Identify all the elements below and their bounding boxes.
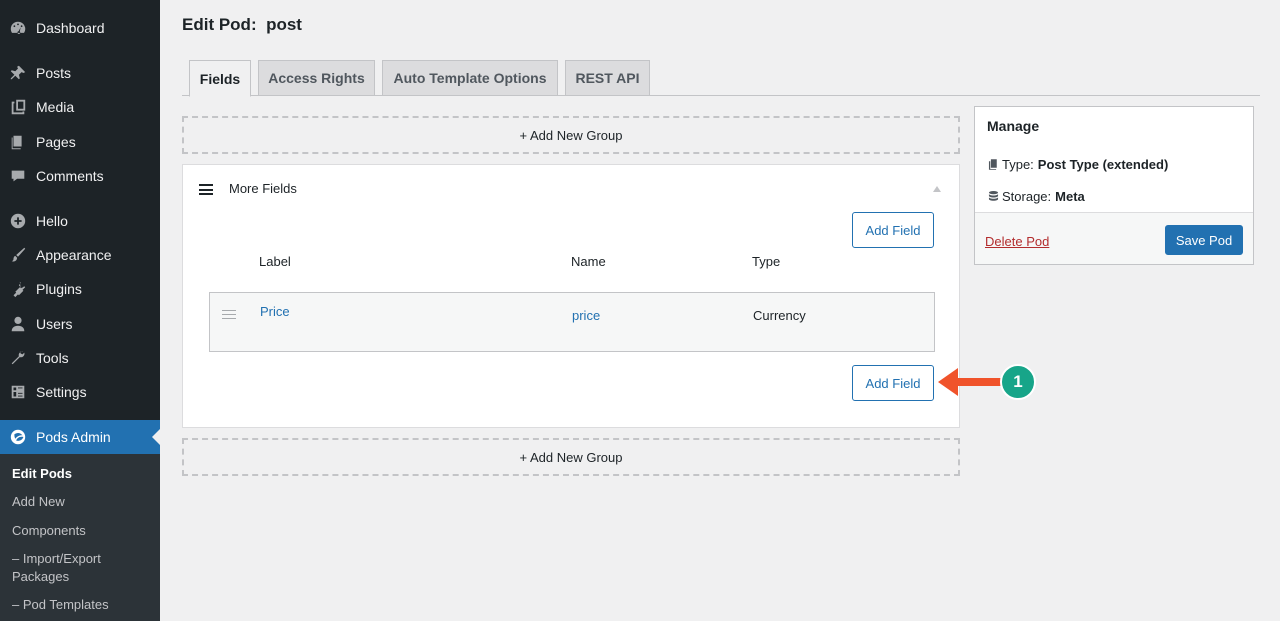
pod-type-line: Type: Post Type (extended) <box>987 157 1168 172</box>
sidebar-item-pages[interactable]: Pages <box>0 125 160 159</box>
media-icon <box>0 98 36 116</box>
brush-icon <box>0 246 36 264</box>
sidebar-item-posts[interactable]: Posts <box>0 56 160 90</box>
annotation-arrow-icon <box>938 368 1002 396</box>
submenu-components[interactable]: Components <box>12 522 152 540</box>
group-name[interactable]: More Fields <box>229 181 297 196</box>
active-menu-pointer <box>152 429 160 445</box>
user-icon <box>0 315 36 333</box>
sidebar-item-appearance[interactable]: Appearance <box>0 238 160 272</box>
admin-sidebar: Dashboard Posts Media Pages Comments Hel… <box>0 0 160 621</box>
annotation-step-badge: 1 <box>1000 364 1036 400</box>
type-label: Type: <box>1002 157 1034 172</box>
sidebar-item-label: Plugins <box>36 281 82 297</box>
sidebar-item-media[interactable]: Media <box>0 90 160 124</box>
submenu-add-new[interactable]: Add New <box>12 493 152 511</box>
table-row: Price price Currency <box>209 292 935 352</box>
sidebar-item-label: Users <box>36 316 73 332</box>
sidebar-item-pods-admin[interactable]: Pods Admin <box>0 420 160 454</box>
sidebar-item-dashboard[interactable]: Dashboard <box>0 11 160 45</box>
settings-icon <box>0 383 36 401</box>
tab-fields[interactable]: Fields <box>189 60 251 97</box>
add-field-button-bottom[interactable]: Add Field <box>852 365 934 401</box>
field-name-link[interactable]: price <box>572 308 600 323</box>
sidebar-item-label: Posts <box>36 65 72 81</box>
type-value: Post Type (extended) <box>1037 157 1169 172</box>
pin-icon <box>0 64 36 82</box>
sidebar-item-users[interactable]: Users <box>0 307 160 341</box>
plug-icon <box>0 280 36 298</box>
sidebar-item-label: Comments <box>36 168 104 184</box>
storage-value: Meta <box>1055 189 1085 204</box>
sidebar-item-label: Hello <box>36 213 68 229</box>
add-field-button-top[interactable]: Add Field <box>852 212 934 248</box>
sidebar-item-label: Dashboard <box>36 20 105 36</box>
database-icon <box>988 190 999 201</box>
sidebar-item-tools[interactable]: Tools <box>0 341 160 375</box>
tab-rest-api[interactable]: REST API <box>565 60 650 96</box>
column-label: Label <box>259 254 291 269</box>
field-type: Currency <box>753 308 806 323</box>
pods-icon <box>0 428 36 446</box>
tab-access-rights[interactable]: Access Rights <box>258 60 375 96</box>
manage-footer: Delete Pod Save Pod <box>975 212 1253 264</box>
wrench-icon <box>0 349 36 367</box>
sidebar-item-comments[interactable]: Comments <box>0 159 160 193</box>
sidebar-item-settings[interactable]: Settings <box>0 375 160 409</box>
storage-label: Storage: <box>1002 189 1052 204</box>
sidebar-item-plugins[interactable]: Plugins <box>0 272 160 306</box>
dashboard-icon <box>0 19 36 37</box>
submenu-pod-templates[interactable]: – Pod Templates <box>12 596 152 614</box>
row-drag-icon[interactable] <box>222 310 236 319</box>
plus-circle-icon <box>0 212 36 230</box>
add-new-group-button-top[interactable]: + Add New Group <box>182 116 960 154</box>
sidebar-item-hello[interactable]: Hello <box>0 204 160 238</box>
field-group: More Fields Add Field Label Name Type Pr… <box>182 164 960 428</box>
sidebar-item-label: Pods Admin <box>36 429 111 445</box>
manage-panel: Manage Type: Post Type (extended) Storag… <box>974 106 1254 265</box>
sidebar-item-label: Tools <box>36 350 69 366</box>
pod-name: post <box>266 15 302 34</box>
save-pod-button[interactable]: Save Pod <box>1165 225 1243 255</box>
add-new-group-button-bottom[interactable]: + Add New Group <box>182 438 960 476</box>
column-type: Type <box>752 254 781 269</box>
field-label-link[interactable]: Price <box>260 304 290 319</box>
sidebar-item-label: Settings <box>36 384 87 400</box>
pods-submenu: Edit Pods Add New Components – Import/Ex… <box>0 454 160 621</box>
document-icon <box>988 159 997 170</box>
sidebar-item-label: Media <box>36 99 75 115</box>
submenu-import-export[interactable]: – Import/Export Packages <box>12 550 152 586</box>
group-drag-icon[interactable] <box>199 184 213 195</box>
sidebar-item-label: Appearance <box>36 247 112 263</box>
delete-pod-link[interactable]: Delete Pod <box>985 234 1049 249</box>
column-name: Name <box>571 254 606 269</box>
pages-icon <box>0 133 36 151</box>
manage-title: Manage <box>987 118 1040 134</box>
sidebar-item-label: Pages <box>36 134 76 150</box>
comment-icon <box>0 167 36 185</box>
submenu-edit-pods[interactable]: Edit Pods <box>12 465 152 483</box>
page-title-prefix: Edit Pod: <box>182 15 257 34</box>
collapse-arrow-icon[interactable] <box>933 186 941 192</box>
tab-auto-template-options[interactable]: Auto Template Options <box>382 60 558 96</box>
pod-storage-line: Storage: Meta <box>987 189 1085 204</box>
page-title: Edit Pod: post <box>182 15 302 35</box>
